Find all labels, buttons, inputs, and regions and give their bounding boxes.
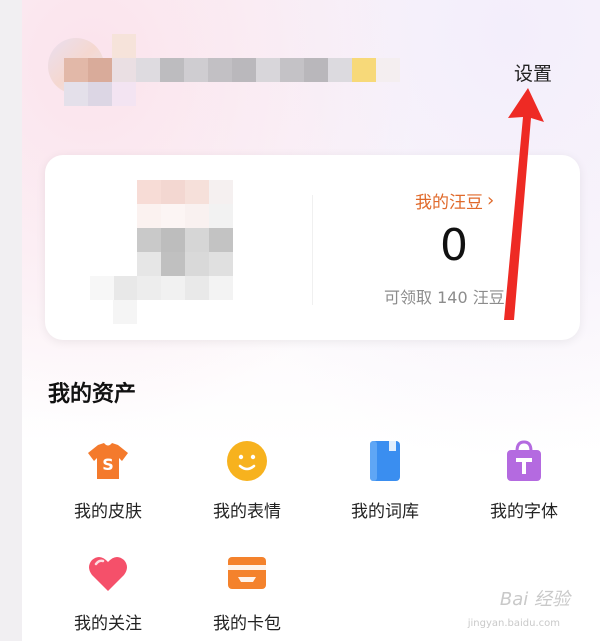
left-edge-strip bbox=[0, 0, 22, 641]
asset-label: 我的词库 bbox=[351, 502, 419, 522]
asset-following[interactable]: 我的关注 bbox=[53, 549, 163, 634]
asset-dictionary[interactable]: 我的词库 bbox=[330, 437, 440, 522]
asset-emoji[interactable]: 我的表情 bbox=[192, 437, 302, 522]
assets-section-title: 我的资产 bbox=[48, 382, 137, 407]
asset-skin[interactable]: S 我的皮肤 bbox=[53, 437, 163, 522]
watermark: Bai 经验 bbox=[499, 589, 570, 610]
asset-label: 我的表情 bbox=[213, 502, 281, 522]
smiley-face-icon bbox=[223, 437, 271, 485]
svg-text:S: S bbox=[102, 455, 114, 474]
asset-label: 我的关注 bbox=[74, 614, 142, 634]
asset-card-wallet[interactable]: 我的卡包 bbox=[192, 549, 302, 634]
shopping-bag-t-icon bbox=[500, 437, 548, 485]
card-divider bbox=[312, 195, 313, 305]
asset-font[interactable]: 我的字体 bbox=[469, 437, 579, 522]
claimable-beans-text: 可领取 140 汪豆 bbox=[384, 288, 505, 307]
beans-count: 0 bbox=[440, 220, 468, 271]
asset-label: 我的卡包 bbox=[213, 614, 281, 634]
settings-button[interactable]: 设置 bbox=[514, 59, 552, 86]
asset-label: 我的皮肤 bbox=[74, 502, 142, 522]
heart-icon bbox=[84, 549, 132, 597]
tshirt-icon: S bbox=[84, 437, 132, 485]
my-beans-link[interactable]: 我的汪豆 › bbox=[415, 188, 494, 213]
book-icon bbox=[361, 437, 409, 485]
my-beans-label: 我的汪豆 bbox=[415, 193, 483, 213]
qr-code-blurred bbox=[90, 180, 235, 324]
asset-label: 我的字体 bbox=[490, 502, 558, 522]
card-wallet-icon bbox=[223, 549, 271, 597]
chevron-right-icon: › bbox=[487, 190, 495, 211]
watermark-sub: jingyan.baidu.com bbox=[467, 618, 560, 629]
